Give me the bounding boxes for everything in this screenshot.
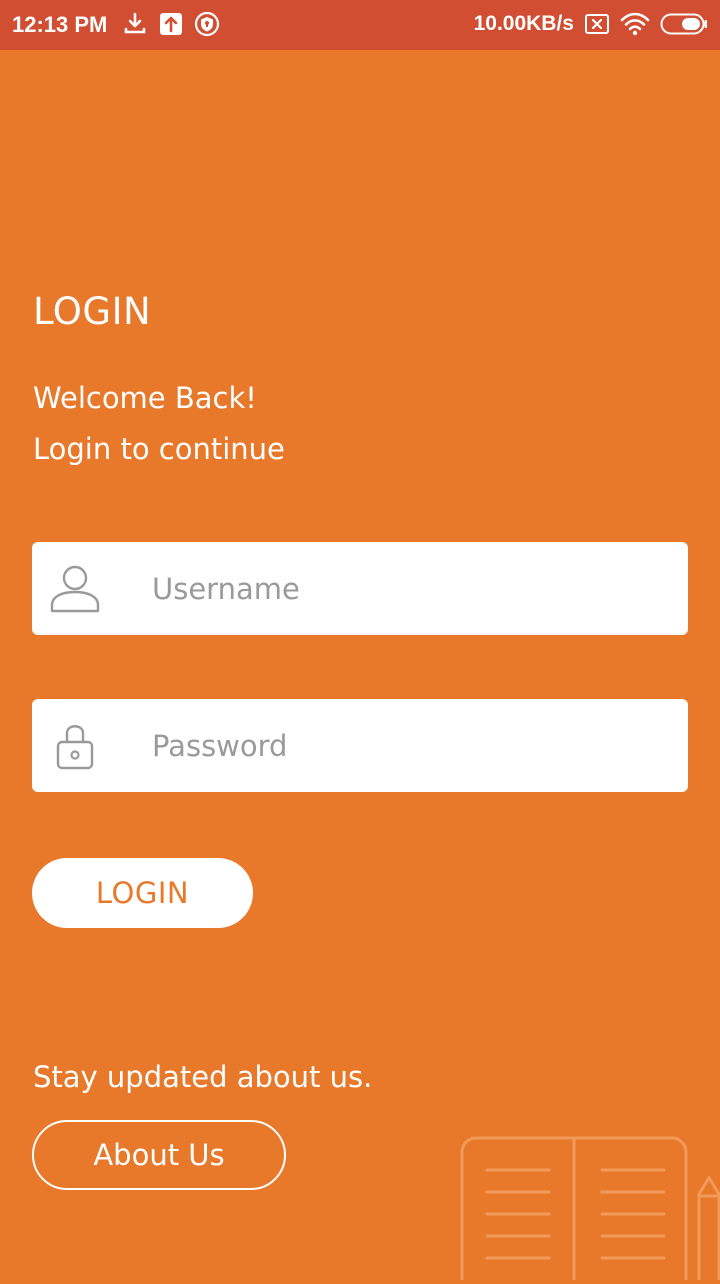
page-title: LOGIN bbox=[33, 290, 152, 333]
username-input[interactable] bbox=[152, 542, 672, 635]
status-bar: 12:13 PM 10.00KB/s bbox=[0, 0, 720, 50]
status-system-icons: 10.00KB/s bbox=[474, 11, 708, 37]
login-button[interactable]: LOGIN bbox=[32, 858, 253, 928]
sim-off-icon bbox=[584, 12, 610, 36]
battery-icon bbox=[660, 11, 708, 37]
network-speed: 10.00KB/s bbox=[473, 12, 574, 35]
username-field[interactable] bbox=[32, 542, 688, 635]
download-icon bbox=[122, 11, 148, 37]
status-time: 12:13 PM bbox=[12, 12, 108, 37]
login-subtitle: Login to continue bbox=[33, 432, 285, 466]
shield-icon bbox=[194, 11, 220, 37]
user-icon bbox=[49, 561, 101, 615]
stay-updated-text: Stay updated about us. bbox=[33, 1060, 373, 1094]
password-field[interactable] bbox=[32, 699, 688, 792]
book-icon bbox=[455, 1130, 720, 1284]
welcome-text: Welcome Back! bbox=[33, 381, 257, 415]
status-notification-icons bbox=[122, 11, 220, 37]
lock-icon bbox=[49, 718, 101, 772]
wifi-icon bbox=[620, 11, 650, 37]
upload-icon bbox=[158, 11, 184, 37]
password-input[interactable] bbox=[152, 699, 672, 792]
about-us-button[interactable]: About Us bbox=[32, 1120, 286, 1190]
